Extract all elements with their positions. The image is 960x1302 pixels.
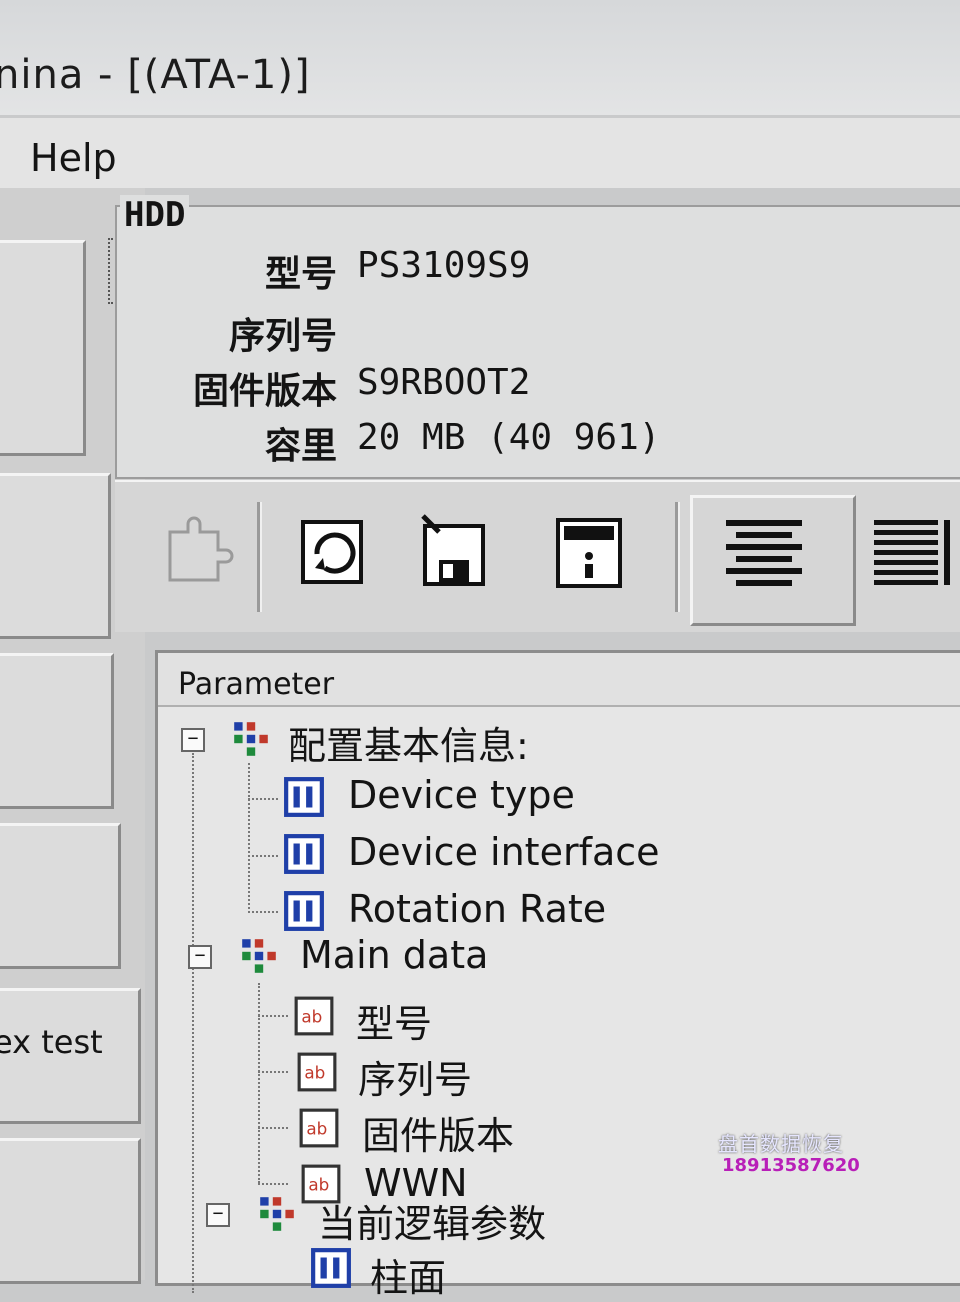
tree-item-firmware[interactable]: 固件版本 (362, 1105, 514, 1160)
left-button-3[interactable] (0, 653, 114, 809)
collapse-icon[interactable]: − (181, 728, 205, 752)
toolbar-pressed-frame (690, 495, 856, 626)
text-field-icon: ab (299, 1108, 339, 1148)
svg-text:ab: ab (304, 1062, 325, 1082)
text-field-icon: ab (297, 1052, 337, 1092)
group-icon (242, 939, 276, 973)
hdd-legend: HDD (120, 195, 190, 235)
tree-header: Parameter (158, 653, 960, 707)
save-icon[interactable] (415, 512, 495, 592)
tree-guide (248, 911, 278, 913)
collapse-icon[interactable]: − (188, 945, 212, 969)
toolbar-separator (257, 502, 262, 612)
tree-guide (258, 983, 260, 1183)
hex-test-label: ex test (0, 1023, 103, 1061)
hdd-groupbox: 型号 PS3109S9 序列号 固件版本 S9RBOOT2 容里 20 MB (… (115, 205, 960, 479)
tree-guide (248, 855, 278, 857)
left-button-6[interactable] (0, 1138, 141, 1284)
watermark-phone: 18913587620 (722, 1155, 860, 1176)
collapse-icon[interactable]: − (206, 1203, 230, 1227)
hdd-label-firmware: 固件版本 (192, 371, 337, 412)
chip-icon (311, 1248, 351, 1288)
watermark-text: 盘首数据恢复 (718, 1132, 844, 1156)
left-button-1[interactable] (0, 240, 86, 456)
tree-guide (258, 1127, 288, 1129)
list-icon[interactable] (870, 512, 960, 592)
tree-guide (258, 1071, 288, 1073)
tree-guide (248, 798, 278, 800)
svg-text:ab: ab (308, 1174, 329, 1194)
hdd-label-capacity: 容里 (264, 426, 337, 467)
toolbar-separator-2 (675, 502, 680, 612)
tree-guide (192, 753, 194, 1293)
chip-icon (284, 777, 324, 817)
hdd-value-capacity[interactable]: 20 MB (40 961) (357, 417, 660, 458)
hdd-value-firmware[interactable]: S9RBOOT2 (357, 362, 530, 403)
hdd-value-model[interactable]: PS3109S9 (357, 245, 530, 286)
parameter-tree[interactable]: Parameter − 配置基本信息: Device type Device i… (155, 650, 960, 1300)
left-button-hex-test[interactable]: ex test (0, 988, 141, 1124)
title-bar: nina - [(ATA-1)] (0, 0, 960, 115)
tree-item-serial[interactable]: 序列号 (358, 1049, 472, 1104)
tree-item-rotation-rate[interactable]: Rotation Rate (348, 887, 606, 931)
group-icon (260, 1197, 294, 1231)
tree-group-main-data[interactable]: Main data (300, 933, 488, 977)
chip-info-icon[interactable] (550, 512, 630, 592)
svg-text:ab: ab (306, 1118, 327, 1138)
menu-bar: Help (0, 118, 960, 188)
menu-help[interactable]: Help (30, 136, 117, 180)
refresh-icon[interactable] (295, 512, 375, 592)
tree-item-model[interactable]: 型号 (356, 993, 432, 1048)
tree-item-device-type[interactable]: Device type (348, 773, 575, 817)
tree-guide (258, 1183, 288, 1185)
hdd-label-serial: 序列号 (228, 316, 337, 357)
tree-group-config[interactable]: 配置基本信息: (288, 715, 529, 770)
puzzle-icon[interactable] (160, 512, 240, 592)
chip-icon (284, 834, 324, 874)
group-icon (234, 722, 268, 756)
tree-guide (248, 763, 250, 913)
left-button-4[interactable] (0, 823, 121, 969)
hdd-label-model: 型号 (264, 254, 337, 295)
tree-item-cylinders[interactable]: 柱面 (370, 1247, 446, 1302)
svg-text:ab: ab (301, 1006, 322, 1026)
text-field-icon: ab (294, 996, 334, 1036)
tree-guide (258, 1015, 288, 1017)
tree-group-logical-params[interactable]: 当前逻辑参数 (318, 1193, 546, 1248)
chip-icon (284, 891, 324, 931)
tree-header-label: Parameter (178, 667, 335, 702)
left-button-2[interactable] (0, 473, 111, 639)
tree-item-device-interface[interactable]: Device interface (348, 830, 660, 874)
window-title: nina - [(ATA-1)] (0, 52, 311, 98)
